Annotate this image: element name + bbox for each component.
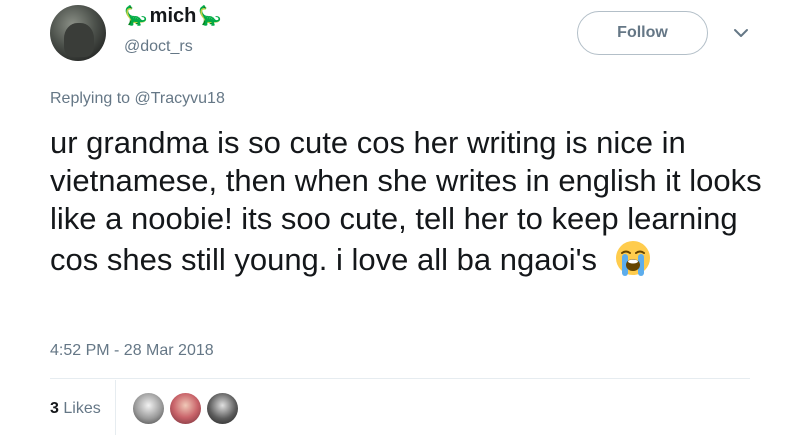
loudly-crying-face-icon [616,241,650,276]
likes-stat[interactable]: 3 Likes [50,400,101,418]
liker-avatars [133,393,238,424]
chevron-down-icon[interactable] [733,26,749,40]
dinosaur-emoji-icon: 🦕 [198,6,223,27]
author-handle[interactable]: @doct_rs [124,38,193,56]
liker-avatar[interactable] [170,393,201,424]
replying-to-line: Replying to @Tracyvu18 [50,90,225,108]
author-display-name[interactable]: 🦕 mich 🦕 [124,5,222,28]
likes-count: 3 [50,400,59,417]
reply-mention-link[interactable]: @Tracyvu18 [135,90,225,107]
liker-avatar[interactable] [133,393,164,424]
tweet-card: 🦕 mich 🦕 @doct_rs Follow Replying to @Tr… [0,0,800,435]
replying-to-prefix: Replying to [50,90,135,107]
liker-avatar[interactable] [207,393,238,424]
dinosaur-emoji-icon: 🦕 [124,6,148,27]
tweet-body: ur grandma is so cute cos her writing is… [50,124,770,279]
tweet-text: ur grandma is so cute cos her writing is… [50,125,771,277]
author-name-text[interactable]: mich [150,5,197,28]
follow-button[interactable]: Follow [577,11,708,55]
stats-separator [115,380,116,435]
likes-label: Likes [63,400,101,417]
tweet-timestamp[interactable]: 4:52 PM - 28 Mar 2018 [50,342,214,360]
author-avatar[interactable] [50,5,106,61]
divider [50,378,750,379]
